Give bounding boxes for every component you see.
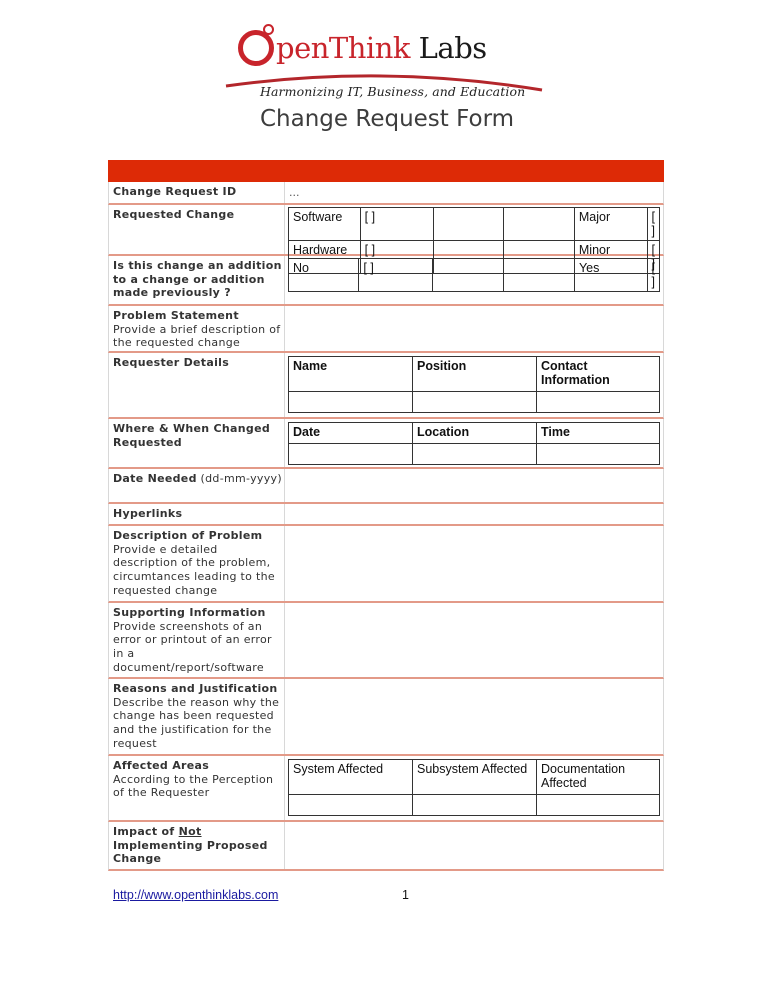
row-hyperlinks: Hyperlinks — [108, 504, 664, 526]
description-field[interactable] — [285, 526, 663, 601]
label-date-needed: Date Needed — [113, 472, 197, 485]
impact-field[interactable] — [285, 822, 663, 869]
label-impact: Impact of Not Implementing Proposed Chan… — [113, 825, 268, 866]
hyperlinks-field[interactable] — [285, 504, 663, 524]
hint-supporting-information: Provide screenshots of an error or print… — [113, 619, 272, 674]
row-date-needed: Date Needed (dd-mm-yyyy) — [108, 469, 664, 504]
change-request-form: Change Request ID ... Requested Change S… — [108, 160, 664, 871]
yes-checkbox[interactable]: [ ] — [646, 258, 661, 292]
addition-table: No [ ] Yes [ ] — [287, 258, 661, 292]
column-date: Date — [288, 422, 413, 444]
supporting-information-field[interactable] — [285, 603, 663, 677]
table-header-row: System Affected Subsystem Affected Docum… — [288, 759, 660, 795]
no-checkbox[interactable]: [ ] — [358, 258, 434, 292]
column-position: Position — [412, 356, 537, 392]
where-when-table: Date Location Time — [288, 422, 660, 465]
label-problem-statement: Problem Statement — [113, 309, 239, 322]
date-field[interactable] — [288, 443, 413, 465]
hint-date-needed: (dd-mm-yyyy) — [200, 472, 282, 485]
subsystem-affected-field[interactable] — [412, 794, 537, 816]
logo-brand-red: penThink — [276, 31, 410, 65]
form-header-bar — [108, 160, 664, 182]
row-description: Description of Problem Provide e detailed… — [108, 526, 664, 603]
label-requester-details: Requester Details — [113, 356, 230, 369]
name-field[interactable] — [288, 391, 413, 413]
software-checkbox[interactable]: [ ] — [359, 207, 435, 241]
option-major: Major — [573, 207, 648, 241]
logo-brand-dark: Labs — [418, 31, 488, 65]
label-requested-change: Requested Change — [113, 208, 235, 221]
table-header-row: Name Position Contact Information — [288, 356, 660, 392]
table-header-row: Date Location Time — [288, 422, 660, 444]
table-row: No [ ] Yes [ ] — [287, 258, 661, 292]
documentation-affected-field[interactable] — [536, 794, 660, 816]
option-software: Software — [288, 207, 361, 241]
row-requested-change: Requested Change Software [ ] Major [ ] … — [108, 205, 664, 274]
column-location: Location — [412, 422, 537, 444]
affected-areas-table: System Affected Subsystem Affected Docum… — [288, 759, 660, 816]
openthink-labs-logo: penThink Labs — [225, 18, 543, 92]
row-addition: Is this change an addition to a change o… — [108, 256, 664, 306]
row-affected-areas: Affected Areas According to the Perceptio… — [108, 756, 664, 822]
contact-information-field[interactable] — [536, 391, 660, 413]
system-affected-field[interactable] — [288, 794, 413, 816]
column-documentation-affected: Documentation Affected — [536, 759, 660, 795]
table-row — [288, 443, 660, 465]
table-row: Software [ ] Major [ ] — [288, 207, 661, 241]
label-addition: Is this change an addition to a change o… — [113, 259, 282, 300]
label-hyperlinks: Hyperlinks — [113, 507, 183, 520]
row-supporting-information: Supporting Information Provide screenshot… — [108, 603, 664, 679]
logo-wordmark: penThink Labs — [276, 32, 487, 64]
major-checkbox[interactable]: [ ] — [646, 207, 661, 241]
tagline: Harmonizing IT, Business, and Education — [260, 84, 526, 99]
row-problem-statement: Problem Statement Provide a brief descrip… — [108, 306, 664, 353]
table-row — [288, 391, 660, 413]
label-change-request-id: Change Request ID — [113, 185, 237, 198]
row-where-when: Where & When Changed Requested Date Loca… — [108, 419, 664, 469]
column-contact-information: Contact Information — [536, 356, 660, 392]
label-where-when: Where & When Changed Requested — [113, 422, 271, 449]
label-reasons: Reasons and Justification — [113, 682, 278, 695]
table-row — [288, 794, 660, 816]
hint-reasons: Describe the reason why the change has b… — [113, 695, 280, 750]
option-yes: Yes — [573, 258, 648, 292]
o-ring-logo-icon — [238, 30, 274, 66]
row-requester-details: Requester Details Name Position Contact … — [108, 353, 664, 419]
time-field[interactable] — [536, 443, 660, 465]
requester-details-table: Name Position Contact Information — [288, 356, 660, 413]
column-time: Time — [536, 422, 660, 444]
page-title: Change Request Form — [260, 106, 515, 132]
location-field[interactable] — [412, 443, 537, 465]
hint-description: Provide e detailed description of the pr… — [113, 542, 275, 597]
label-description: Description of Problem — [113, 529, 263, 542]
position-field[interactable] — [412, 391, 537, 413]
page-number: 1 — [402, 888, 409, 902]
column-system-affected: System Affected — [288, 759, 413, 795]
column-name: Name — [288, 356, 413, 392]
row-change-request-id: Change Request ID ... — [108, 182, 664, 205]
label-affected-areas: Affected Areas — [113, 759, 210, 772]
change-request-id-field[interactable]: ... — [285, 182, 663, 203]
label-supporting-information: Supporting Information — [113, 606, 266, 619]
option-no: No — [287, 258, 360, 292]
hint-problem-statement: Provide a brief description of the reque… — [113, 322, 281, 350]
column-subsystem-affected: Subsystem Affected — [412, 759, 537, 795]
date-needed-field[interactable] — [285, 469, 663, 502]
website-link[interactable]: http://www.openthinklabs.com — [113, 888, 278, 902]
row-reasons: Reasons and Justification Describe the re… — [108, 679, 664, 756]
row-impact: Impact of Not Implementing Proposed Chan… — [108, 822, 664, 871]
reasons-field[interactable] — [285, 679, 663, 754]
hint-affected-areas: According to the Perception of the Reque… — [113, 772, 274, 800]
problem-statement-field[interactable] — [285, 306, 663, 351]
logo-dot-icon — [263, 24, 274, 35]
